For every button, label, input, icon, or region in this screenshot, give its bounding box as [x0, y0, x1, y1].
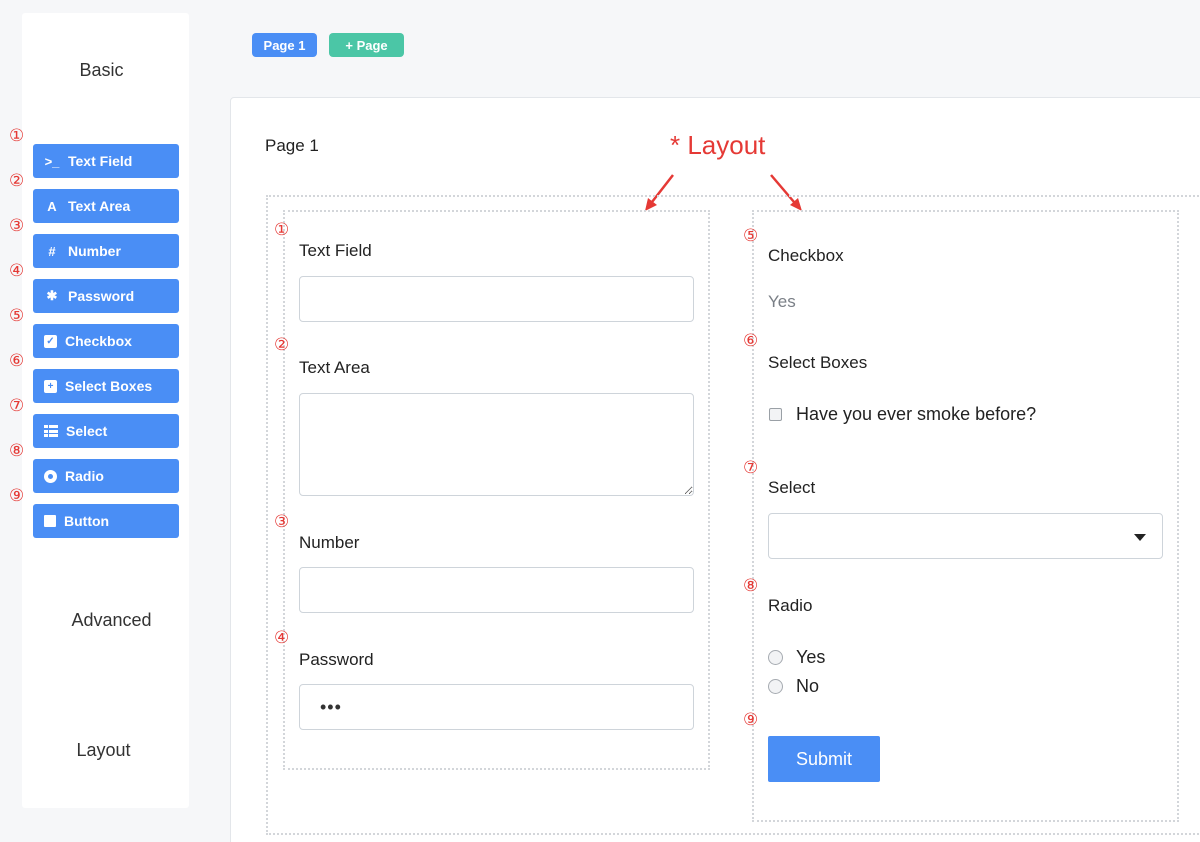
- component-checkbox-button[interactable]: ✓ Checkbox: [33, 324, 179, 358]
- component-password-button[interactable]: ✱ Password: [33, 279, 179, 313]
- marker-1: ①: [274, 220, 290, 240]
- password-label: Password: [299, 650, 374, 669]
- marker-6: ⑥: [9, 351, 25, 371]
- add-page-button[interactable]: + Page: [329, 33, 404, 57]
- font-icon: A: [47, 198, 57, 214]
- select-boxes-checkbox[interactable]: [769, 408, 782, 421]
- marker-2: ②: [9, 171, 25, 191]
- text-field-input[interactable]: [299, 276, 694, 322]
- layout-annotation: * Layout: [670, 130, 766, 160]
- component-label: Number: [68, 243, 121, 259]
- marker-4: ④: [9, 261, 25, 281]
- asterisk-icon: ✱: [46, 288, 58, 303]
- marker-1: ①: [9, 126, 25, 146]
- group-title-layout[interactable]: Layout: [20, 740, 187, 761]
- component-text-area-button[interactable]: A Text Area: [33, 189, 179, 223]
- th-list-icon: [44, 425, 58, 437]
- marker-7: ⑦: [743, 458, 759, 478]
- checkbox-value-text: Yes: [768, 292, 796, 311]
- radio-option-no[interactable]: [768, 679, 783, 694]
- group-title-basic[interactable]: Basic: [18, 60, 185, 81]
- checkbox-label: Checkbox: [768, 246, 844, 265]
- password-input[interactable]: [299, 684, 694, 730]
- radio-option-no-label: No: [796, 676, 820, 696]
- marker-6: ⑥: [743, 331, 759, 351]
- marker-8: ⑧: [9, 441, 25, 461]
- component-text-field-button[interactable]: >_ Text Field: [33, 144, 179, 178]
- dot-circle-icon: [44, 469, 57, 483]
- marker-7: ⑦: [9, 396, 25, 416]
- select-label: Select: [768, 478, 816, 497]
- marker-5: ⑤: [9, 306, 25, 326]
- submit-button[interactable]: Submit: [768, 736, 880, 782]
- radio-option-yes[interactable]: [768, 650, 783, 665]
- plus-square-icon: +: [44, 379, 57, 393]
- component-label: Select: [66, 423, 108, 439]
- component-select-button[interactable]: Select: [33, 414, 179, 448]
- component-label: Radio: [65, 468, 104, 484]
- stop-icon: [44, 515, 56, 527]
- marker-3: ③: [9, 216, 25, 236]
- radio-option-yes-label: Yes: [796, 647, 826, 667]
- hash-icon: #: [48, 243, 56, 259]
- group-title-advanced[interactable]: Advanced: [28, 610, 195, 631]
- component-label: Password: [68, 288, 135, 304]
- number-input[interactable]: [299, 567, 694, 613]
- select-dropdown[interactable]: [768, 513, 1163, 559]
- component-radio-button[interactable]: Radio: [33, 459, 179, 493]
- select-boxes-label: Select Boxes: [768, 353, 868, 372]
- component-select-boxes-button[interactable]: + Select Boxes: [33, 369, 179, 403]
- component-sidebar: Basic Advanced Layout: [22, 13, 189, 808]
- select-boxes-option-label: Have you ever smoke before?: [796, 404, 1037, 424]
- marker-9: ⑨: [9, 486, 25, 506]
- marker-2: ②: [274, 335, 290, 355]
- page-title: Page 1: [265, 136, 319, 155]
- tab-page-1[interactable]: Page 1: [252, 33, 317, 57]
- component-button-button[interactable]: Button: [33, 504, 179, 538]
- check-square-icon: ✓: [44, 334, 57, 348]
- marker-4: ④: [274, 628, 290, 648]
- component-label: Text Area: [68, 198, 131, 214]
- marker-5: ⑤: [743, 226, 759, 246]
- caret-down-icon: [1134, 534, 1146, 541]
- component-label: Checkbox: [65, 333, 132, 349]
- marker-8: ⑧: [743, 576, 759, 596]
- marker-9: ⑨: [743, 710, 759, 730]
- marker-3: ③: [274, 512, 290, 532]
- text-area-input[interactable]: [299, 393, 694, 496]
- component-label: Select Boxes: [65, 378, 153, 394]
- component-number-button[interactable]: # Number: [33, 234, 179, 268]
- component-label: Text Field: [68, 153, 133, 169]
- component-label: Button: [64, 513, 110, 529]
- radio-label: Radio: [768, 596, 813, 615]
- text-field-label: Text Field: [299, 241, 372, 260]
- terminal-icon: >_: [44, 153, 60, 169]
- text-area-label: Text Area: [299, 358, 370, 377]
- number-label: Number: [299, 533, 360, 552]
